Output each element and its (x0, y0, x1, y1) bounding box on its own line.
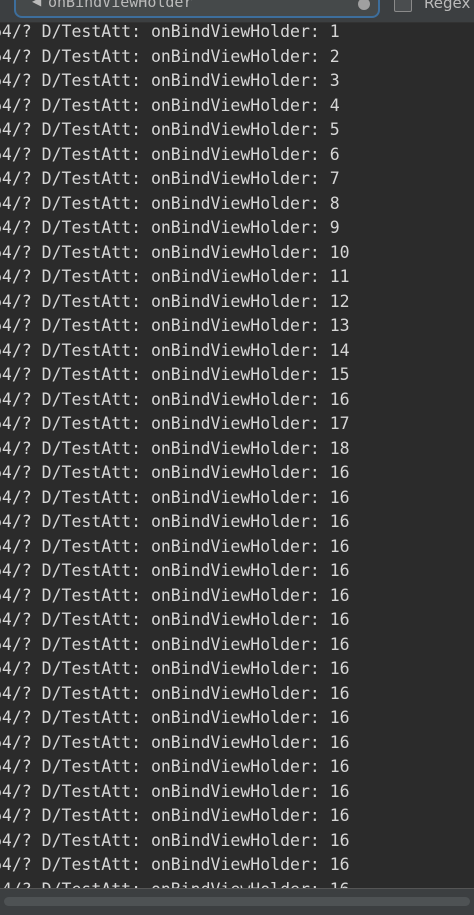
log-line[interactable]: 64/? D/TestAtt: onBindViewHolder: 16 (0, 463, 350, 487)
log-line[interactable]: 64/? D/TestAtt: onBindViewHolder: 16 (0, 782, 350, 806)
log-line[interactable]: 64/? D/TestAtt: onBindViewHolder: 11 (0, 267, 350, 291)
log-line[interactable]: 64/? D/TestAtt: onBindViewHolder: 16 (0, 684, 350, 708)
log-line[interactable]: 64/? D/TestAtt: onBindViewHolder: 6 (0, 145, 340, 169)
log-line[interactable]: 64/? D/TestAtt: onBindViewHolder: 16 (0, 855, 350, 879)
log-line[interactable]: 64/? D/TestAtt: onBindViewHolder: 4 (0, 96, 340, 120)
log-line[interactable]: 64/? D/TestAtt: onBindViewHolder: 2 (0, 47, 340, 71)
log-line[interactable]: 64/? D/TestAtt: onBindViewHolder: 8 (0, 194, 340, 218)
log-line[interactable]: 64/? D/TestAtt: onBindViewHolder: 16 (0, 831, 350, 855)
logcat-search-input[interactable]: ◀ onBindViewHolder (14, 0, 380, 18)
log-line[interactable]: 64/? D/TestAtt: onBindViewHolder: 16 (0, 635, 350, 659)
log-line[interactable]: 64/? D/TestAtt: onBindViewHolder: 16 (0, 880, 350, 889)
search-query-text[interactable]: onBindViewHolder (48, 0, 193, 11)
log-line[interactable]: 64/? D/TestAtt: onBindViewHolder: 15 (0, 365, 350, 389)
log-line[interactable]: 64/? D/TestAtt: onBindViewHolder: 7 (0, 169, 340, 193)
log-line[interactable]: 64/? D/TestAtt: onBindViewHolder: 16 (0, 757, 350, 781)
log-line[interactable]: 64/? D/TestAtt: onBindViewHolder: 16 (0, 659, 350, 683)
regex-checkbox[interactable] (394, 0, 412, 12)
chevron-left-icon[interactable]: ◀ (32, 0, 41, 8)
log-line[interactable]: 64/? D/TestAtt: onBindViewHolder: 16 (0, 806, 350, 830)
log-line[interactable]: 64/? D/TestAtt: onBindViewHolder: 10 (0, 243, 350, 267)
logcat-toolbar: ◀ onBindViewHolder Regex (0, 0, 474, 23)
log-line[interactable]: 64/? D/TestAtt: onBindViewHolder: 16 (0, 561, 350, 585)
log-line[interactable]: 64/? D/TestAtt: onBindViewHolder: 16 (0, 586, 350, 610)
log-line[interactable]: 64/? D/TestAtt: onBindViewHolder: 17 (0, 414, 350, 438)
log-line[interactable]: 64/? D/TestAtt: onBindViewHolder: 16 (0, 537, 350, 561)
log-line[interactable]: 64/? D/TestAtt: onBindViewHolder: 16 (0, 708, 350, 732)
log-line[interactable]: 64/? D/TestAtt: onBindViewHolder: 12 (0, 292, 350, 316)
log-line[interactable]: 64/? D/TestAtt: onBindViewHolder: 16 (0, 733, 350, 757)
log-line[interactable]: 64/? D/TestAtt: onBindViewHolder: 16 (0, 390, 350, 414)
log-line[interactable]: 64/? D/TestAtt: onBindViewHolder: 14 (0, 341, 350, 365)
log-line[interactable]: 64/? D/TestAtt: onBindViewHolder: 18 (0, 439, 350, 463)
log-line[interactable]: 64/? D/TestAtt: onBindViewHolder: 1 (0, 22, 340, 46)
log-line[interactable]: 64/? D/TestAtt: onBindViewHolder: 16 (0, 512, 350, 536)
log-line[interactable]: 64/? D/TestAtt: onBindViewHolder: 16 (0, 610, 350, 634)
log-line[interactable]: 64/? D/TestAtt: onBindViewHolder: 9 (0, 218, 340, 242)
bottom-scroll-area (0, 888, 474, 915)
logcat-output[interactable]: 64/? D/TestAtt: onBindViewHolder: 1 64/? … (0, 22, 474, 888)
log-line[interactable]: 64/? D/TestAtt: onBindViewHolder: 13 (0, 316, 350, 340)
horizontal-scrollbar[interactable] (4, 897, 470, 906)
log-line[interactable]: 64/? D/TestAtt: onBindViewHolder: 3 (0, 71, 340, 95)
log-line[interactable]: 64/? D/TestAtt: onBindViewHolder: 16 (0, 488, 350, 512)
regex-label[interactable]: Regex (424, 0, 470, 12)
clear-search-icon[interactable] (358, 0, 370, 10)
log-line[interactable]: 64/? D/TestAtt: onBindViewHolder: 5 (0, 120, 340, 144)
